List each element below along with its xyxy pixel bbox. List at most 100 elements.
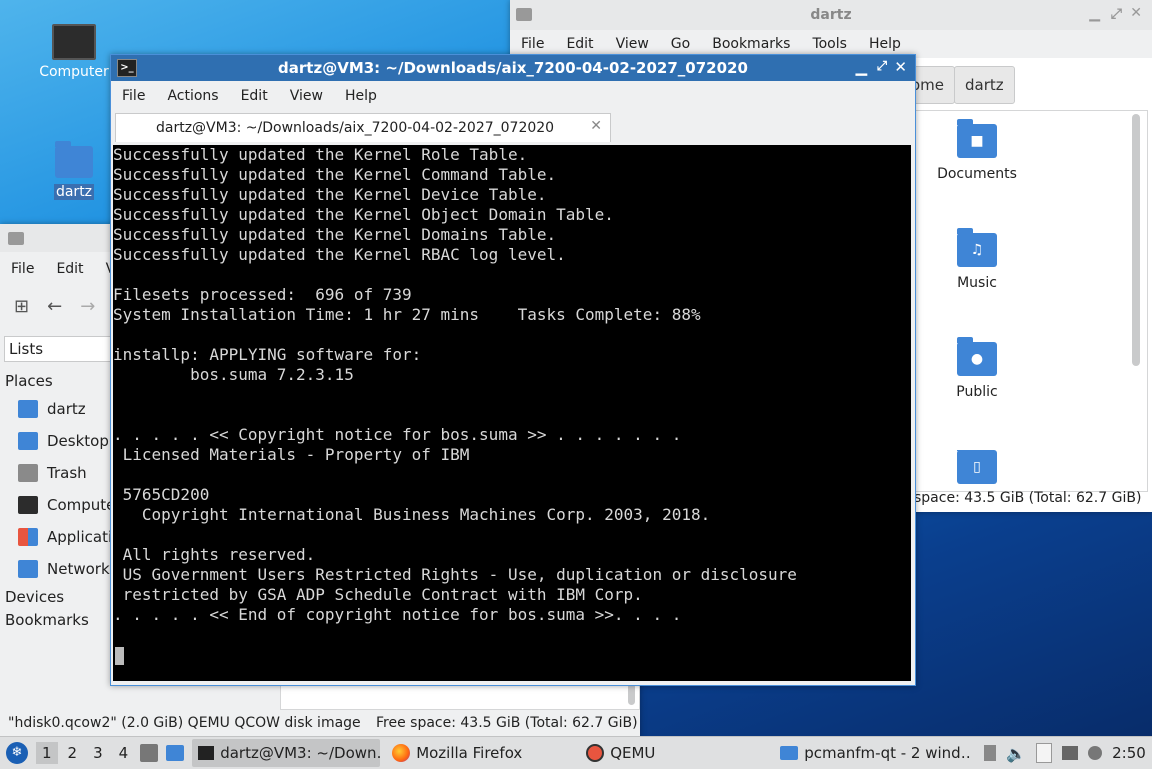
folder-documents[interactable]: ■ Documents xyxy=(922,119,1032,182)
place-dartz[interactable]: dartz xyxy=(18,400,86,418)
folder-label: Documents xyxy=(937,166,1017,182)
maximize-icon[interactable]: ⤢ xyxy=(1111,6,1122,22)
task-terminal[interactable]: dartz@VM3: ~/Down… xyxy=(192,739,381,767)
new-tab-icon[interactable]: ⊞ xyxy=(14,296,29,317)
folder-templates[interactable]: ▯ xyxy=(922,450,1032,484)
menu-help[interactable]: Help xyxy=(334,88,388,104)
scrollbar[interactable] xyxy=(1132,114,1140,366)
folder-icon xyxy=(780,746,799,760)
templates-folder-icon: ▯ xyxy=(957,450,997,484)
status-free-space: Free space: 43.5 GiB (Total: 62.7 GiB) xyxy=(376,715,638,731)
menu-bar: File Edit V xyxy=(0,256,126,282)
bookmarks-header: Bookmarks xyxy=(5,611,89,629)
notifications-icon[interactable] xyxy=(1088,746,1103,760)
workspace-2[interactable]: 2 xyxy=(62,742,84,764)
trash-icon xyxy=(18,464,38,482)
task-label: Mozilla Firefox xyxy=(416,744,523,762)
places-header: Places xyxy=(5,372,53,390)
workspace-1[interactable]: 1 xyxy=(36,742,58,764)
menu-file[interactable]: File xyxy=(510,36,555,52)
applications-icon xyxy=(18,528,38,546)
minimize-icon[interactable]: ▁ xyxy=(1089,6,1100,22)
folder-public[interactable]: ● Public xyxy=(922,337,1032,400)
terminal-output[interactable]: Successfully updated the Kernel Role Tab… xyxy=(113,145,911,681)
terminal-line: Successfully updated the Kernel Command … xyxy=(113,165,557,184)
folder-label: Music xyxy=(957,275,997,291)
back-arrow-icon[interactable]: ← xyxy=(47,296,62,317)
computer-icon xyxy=(52,24,96,60)
place-label: dartz xyxy=(47,400,86,418)
menu-tools[interactable]: Tools xyxy=(801,36,858,52)
clock[interactable]: 2:50 xyxy=(1112,744,1146,762)
window-titlebar[interactable]: dartz ▁ ⤢ ✕ xyxy=(510,0,1152,30)
close-icon[interactable]: ✕ xyxy=(894,58,907,76)
clipboard-icon[interactable] xyxy=(1036,743,1053,763)
menu-edit[interactable]: Edit xyxy=(555,36,604,52)
public-folder-icon: ● xyxy=(957,337,997,376)
menu-bar: File Actions Edit View Help xyxy=(111,81,915,111)
close-tab-icon[interactable]: ✕ xyxy=(590,118,602,134)
folder-music[interactable]: ♫ Music xyxy=(922,228,1032,291)
view-mode-select[interactable]: Lists xyxy=(4,336,116,362)
scrollbar[interactable] xyxy=(628,683,635,705)
terminal-icon: >_ xyxy=(117,59,137,77)
network-status-icon[interactable] xyxy=(1062,746,1079,760)
terminal-line: Successfully updated the Kernel Role Tab… xyxy=(113,145,528,164)
terminal-cursor xyxy=(115,647,124,665)
close-icon[interactable]: ✕ xyxy=(1130,5,1142,21)
volume-icon[interactable]: 🔈 xyxy=(1006,744,1026,763)
usb-icon[interactable] xyxy=(984,745,997,761)
maximize-icon[interactable]: ⤢ xyxy=(877,59,887,74)
menu-help[interactable]: Help xyxy=(858,36,912,52)
menu-edit[interactable]: Edit xyxy=(230,88,279,104)
menu-view[interactable]: View xyxy=(279,88,334,104)
menu-file[interactable]: File xyxy=(111,88,156,104)
task-label: QEMU xyxy=(610,744,656,762)
workspace-4[interactable]: 4 xyxy=(113,742,135,764)
place-label: Trash xyxy=(47,464,87,482)
desktop-icon-home[interactable]: dartz xyxy=(34,141,114,200)
file-manager-launcher-icon[interactable] xyxy=(140,744,159,762)
qemu-icon xyxy=(586,744,605,762)
menu-edit[interactable]: Edit xyxy=(45,261,94,277)
menu-view[interactable]: View xyxy=(605,36,660,52)
terminal-line: Filesets processed: 696 of 739 xyxy=(113,285,412,304)
firefox-icon xyxy=(392,744,411,762)
minimize-icon[interactable]: ▁ xyxy=(855,58,867,76)
place-computer[interactable]: Compute xyxy=(18,496,115,514)
place-trash[interactable]: Trash xyxy=(18,464,87,482)
terminal-tab[interactable]: dartz@VM3: ~/Downloads/aix_7200-04-02-20… xyxy=(115,113,611,142)
place-network[interactable]: Network xyxy=(18,560,110,578)
forward-arrow-icon[interactable]: → xyxy=(80,296,95,317)
workspace-3[interactable]: 3 xyxy=(87,742,109,764)
terminal-line: installp: APPLYING software for: xyxy=(113,345,422,364)
task-firefox[interactable]: Mozilla Firefox xyxy=(386,739,574,767)
desktop-icon-label: Computer xyxy=(39,64,109,80)
task-pcmanfm[interactable]: pcmanfm-qt - 2 wind… xyxy=(774,739,972,767)
menu-go[interactable]: Go xyxy=(660,36,701,52)
devices-header: Devices xyxy=(5,588,65,606)
window-titlebar[interactable]: >_ dartz@VM3: ~/Downloads/aix_7200-04-02… xyxy=(111,55,915,81)
home-folder-icon xyxy=(18,400,38,418)
place-label: Network xyxy=(47,560,110,578)
menu-bookmarks[interactable]: Bookmarks xyxy=(701,36,801,52)
desktop-icon-computer[interactable]: Computer xyxy=(34,24,114,80)
menu-file[interactable]: File xyxy=(0,261,45,277)
menu-actions[interactable]: Actions xyxy=(156,88,229,104)
show-desktop-icon[interactable] xyxy=(166,745,185,761)
folder-icon xyxy=(8,232,24,245)
music-folder-icon: ♫ xyxy=(957,228,997,267)
window-title: dartz@VM3: ~/Downloads/aix_7200-04-02-20… xyxy=(278,59,748,77)
network-icon xyxy=(18,560,38,578)
terminal-window: >_ dartz@VM3: ~/Downloads/aix_7200-04-02… xyxy=(110,54,916,686)
task-qemu[interactable]: QEMU xyxy=(580,739,768,767)
place-desktop[interactable]: Desktop xyxy=(18,432,109,450)
app-menu-icon[interactable]: ❄ xyxy=(6,742,28,764)
breadcrumb-dartz[interactable]: dartz xyxy=(954,66,1015,104)
place-applications[interactable]: Applicatio xyxy=(18,528,121,546)
